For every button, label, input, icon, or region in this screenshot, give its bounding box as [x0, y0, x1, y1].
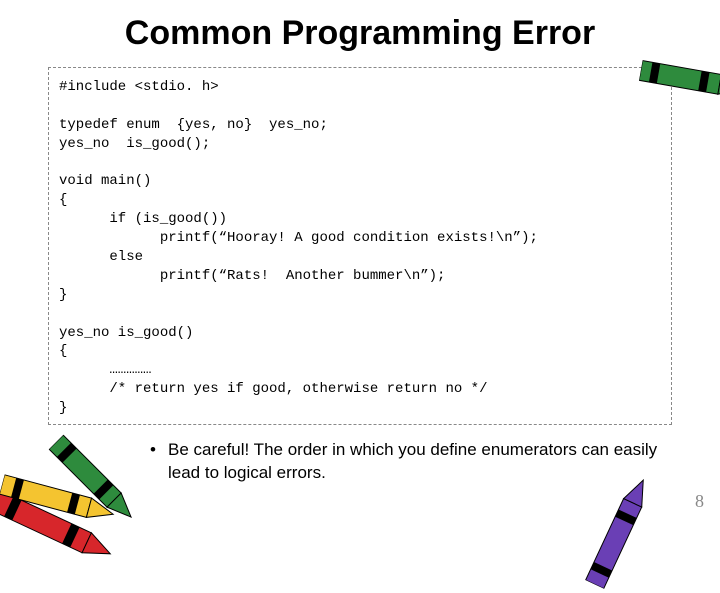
crayon-purple-icon — [577, 467, 664, 593]
code-box: #include <stdio. h> typedef enum {yes, n… — [48, 67, 672, 425]
bullet-dot-icon: • — [150, 439, 168, 462]
page-number: 8 — [695, 491, 704, 512]
bullet-block: • Be careful! The order in which you def… — [150, 439, 660, 485]
code-content: #include <stdio. h> typedef enum {yes, n… — [59, 78, 661, 418]
bullet-item: • Be careful! The order in which you def… — [150, 439, 660, 485]
slide: Common Programming Error #include <stdio… — [0, 0, 720, 540]
slide-title: Common Programming Error — [0, 0, 720, 59]
bullet-text: Be careful! The order in which you defin… — [168, 439, 660, 485]
